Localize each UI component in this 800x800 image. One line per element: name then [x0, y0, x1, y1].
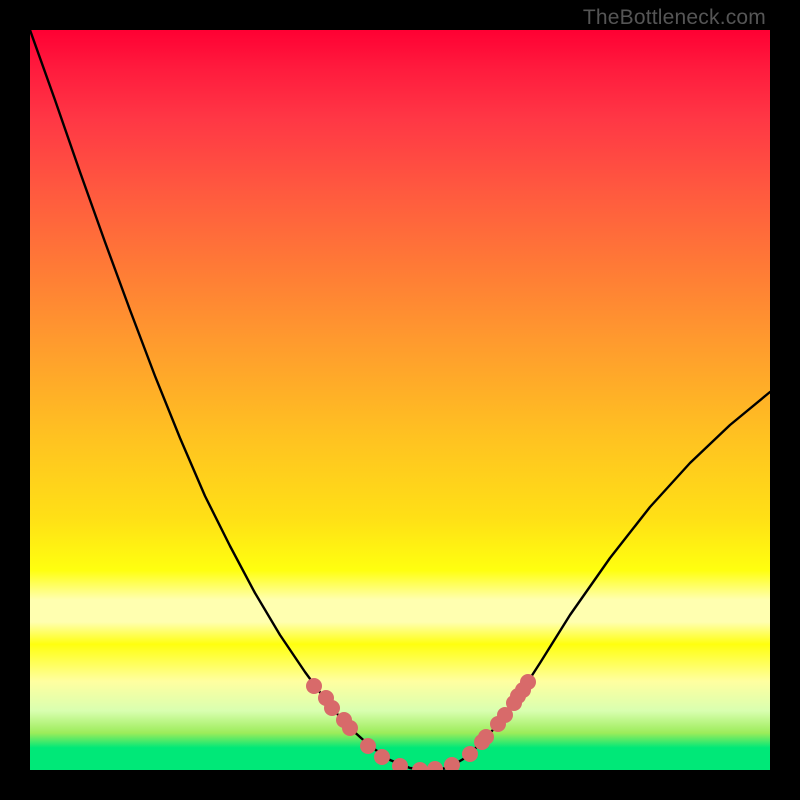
chart-svg	[30, 30, 770, 770]
chart-frame: TheBottleneck.com	[0, 0, 800, 800]
watermark-label: TheBottleneck.com	[583, 6, 766, 30]
curve-line	[30, 30, 770, 770]
curve-markers	[306, 674, 536, 770]
